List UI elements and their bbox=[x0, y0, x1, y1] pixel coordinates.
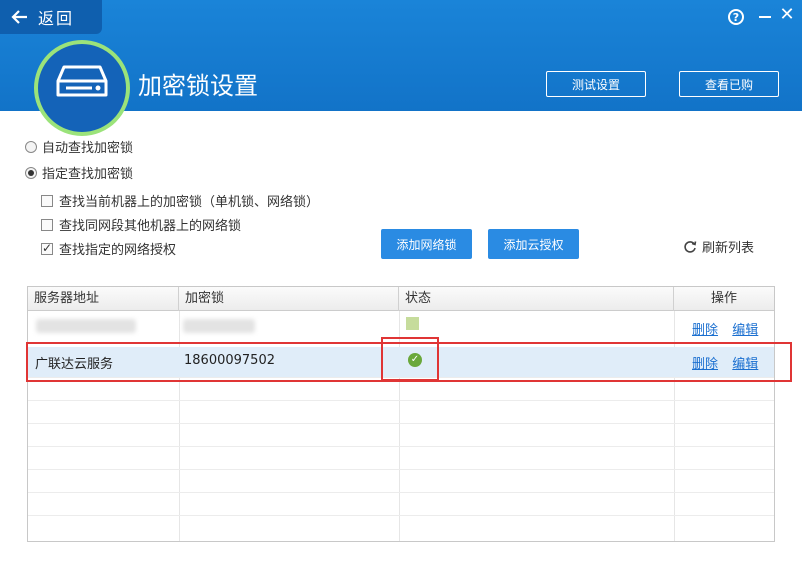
checkbox-local-machine-control[interactable] bbox=[41, 194, 53, 207]
arrow-left-icon bbox=[11, 10, 27, 24]
back-label: 返回 bbox=[38, 9, 75, 28]
back-button[interactable]: 返回 bbox=[0, 0, 102, 34]
radio-specified-find-label: 指定查找加密锁 bbox=[42, 167, 134, 182]
radio-specified-find-control[interactable] bbox=[25, 166, 37, 179]
checkbox-same-segment-label: 查找同网段其他机器上的网络锁 bbox=[59, 219, 242, 234]
close-icon[interactable]: ✕ bbox=[778, 6, 796, 24]
redacted-server-address bbox=[36, 319, 136, 333]
edit-link[interactable]: 编辑 bbox=[732, 323, 758, 338]
radio-specified-find[interactable]: 指定查找加密锁 bbox=[25, 163, 133, 182]
status-highlight-box bbox=[381, 337, 439, 381]
column-header-actions[interactable]: 操作 bbox=[674, 287, 774, 311]
row-divider bbox=[28, 515, 774, 516]
checkbox-local-machine-label: 查找当前机器上的加密锁（单机锁、网络锁） bbox=[59, 195, 320, 210]
checkbox-local-machine[interactable]: 查找当前机器上的加密锁（单机锁、网络锁） bbox=[41, 191, 319, 210]
server-table: 服务器地址 加密锁 状态 操作 删除 编辑 广联达云服务 18600097502… bbox=[27, 286, 775, 542]
view-purchased-button[interactable]: 查看已购 bbox=[679, 71, 779, 97]
lock-device-icon bbox=[56, 65, 108, 97]
refresh-list-button[interactable]: 刷新列表 bbox=[683, 237, 754, 256]
page-title: 加密锁设置 bbox=[138, 72, 258, 100]
checkbox-same-segment-control[interactable] bbox=[41, 218, 53, 231]
checkbox-network-auth[interactable]: 查找指定的网络授权 bbox=[41, 239, 176, 258]
delete-link[interactable]: 删除 bbox=[692, 323, 718, 338]
test-settings-button[interactable]: 测试设置 bbox=[546, 71, 646, 97]
radio-auto-find-label: 自动查找加密锁 bbox=[42, 141, 134, 156]
header-bar: 返回 ? ✕ 加密锁设置 测试设置 查看已购 bbox=[0, 0, 802, 136]
row-divider bbox=[28, 446, 774, 447]
column-header-server[interactable]: 服务器地址 bbox=[28, 287, 179, 311]
row-divider bbox=[28, 423, 774, 424]
help-icon[interactable]: ? bbox=[728, 9, 744, 25]
radio-auto-find-control[interactable] bbox=[25, 140, 37, 153]
refresh-icon bbox=[684, 240, 697, 253]
redacted-lock-id bbox=[183, 319, 255, 333]
checkbox-same-segment[interactable]: 查找同网段其他机器上的网络锁 bbox=[41, 215, 241, 234]
minimize-icon[interactable] bbox=[758, 8, 772, 24]
status-pending-indicator bbox=[406, 317, 419, 330]
add-network-lock-button[interactable]: 添加网络锁 bbox=[381, 229, 472, 259]
row-divider bbox=[28, 492, 774, 493]
row-divider bbox=[28, 400, 774, 401]
column-header-status[interactable]: 状态 bbox=[399, 287, 674, 311]
checkbox-network-auth-control[interactable] bbox=[41, 241, 53, 255]
refresh-list-label: 刷新列表 bbox=[702, 241, 755, 256]
table-header: 服务器地址 加密锁 状态 操作 bbox=[28, 287, 774, 311]
checkbox-network-auth-label: 查找指定的网络授权 bbox=[59, 243, 177, 258]
column-header-lock[interactable]: 加密锁 bbox=[179, 287, 399, 311]
row-actions: 删除 编辑 bbox=[692, 319, 758, 338]
radio-auto-find[interactable]: 自动查找加密锁 bbox=[25, 137, 133, 156]
logo bbox=[34, 40, 130, 136]
row-divider bbox=[28, 469, 774, 470]
add-cloud-auth-button[interactable]: 添加云授权 bbox=[488, 229, 579, 259]
